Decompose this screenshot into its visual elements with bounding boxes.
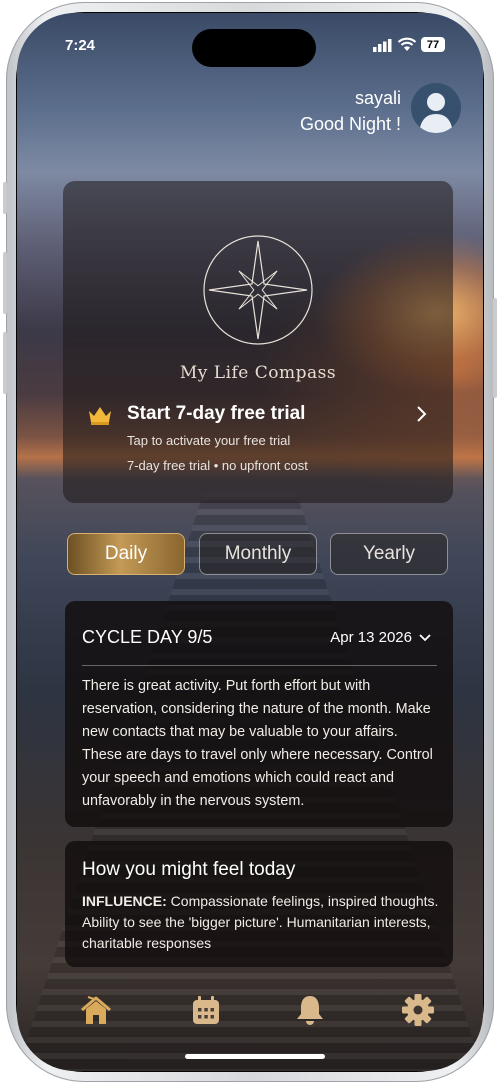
app-logo-text: My Life Compass [179,363,337,383]
trial-title[interactable]: Start 7-day free trial [127,403,305,425]
tab-yearly-label: Yearly [362,543,416,564]
phone-frame: 7:24 77 sayali Good Night ! My Life Comp… [3,2,497,1082]
calendar-icon[interactable] [189,993,223,1027]
tab-daily[interactable]: Daily [67,533,185,575]
gear-icon[interactable] [401,993,435,1027]
battery-icon: 77 [421,37,445,52]
home-indicator[interactable] [185,1054,325,1059]
card-divider [82,665,437,666]
avatar[interactable] [411,83,461,133]
battery-level: 77 [426,38,440,51]
trial-note: 7-day free trial • no upfront cost [127,458,308,473]
tab-yearly[interactable]: Yearly [330,533,448,575]
dynamic-island [192,29,316,67]
influence-text-block: INFLUENCE: Compassionate feelings, inspi… [82,891,439,954]
greeting-block: sayali Good Night ! [300,85,401,137]
influence-label: INFLUENCE: [82,893,167,909]
cycle-title: CYCLE DAY 9/5 [82,627,213,647]
wifi-icon [397,37,417,51]
user-avatar-icon [419,93,453,133]
app-screen: 7:24 77 sayali Good Night ! My Life Comp… [17,13,483,1071]
username: sayali [354,88,401,108]
cycle-card: CYCLE DAY 9/5 Apr 13 2026 There is great… [65,601,453,827]
promo-card[interactable]: My Life Compass Start 7-day free trial T… [63,181,453,503]
crown-icon [89,407,111,425]
greeting-text: Good Night ! [299,114,401,134]
chevron-down-icon [419,633,431,641]
cycle-description: There is great activity. Put forth effor… [82,678,433,809]
volume-down-button [3,332,7,394]
tab-monthly[interactable]: Monthly [199,533,317,575]
status-time: 7:24 [65,37,96,54]
volume-up-button [3,252,7,314]
bell-icon[interactable] [293,993,327,1027]
chevron-right-icon[interactable] [415,405,427,423]
tab-daily-label: Daily [104,543,148,564]
feel-card: How you might feel today INFLUENCE: Comp… [65,841,453,967]
tab-monthly-label: Monthly [224,543,292,564]
feel-title: How you might feel today [82,859,296,880]
compass-logo-icon [203,235,313,345]
power-button [493,298,497,398]
trial-subtitle: Tap to activate your free trial [127,433,291,448]
signal-icon [373,39,392,52]
date-value: Apr 13 2026 [330,629,412,646]
date-picker[interactable]: Apr 13 2026 [330,629,431,646]
mute-switch [3,182,7,214]
home-icon[interactable] [79,993,113,1027]
